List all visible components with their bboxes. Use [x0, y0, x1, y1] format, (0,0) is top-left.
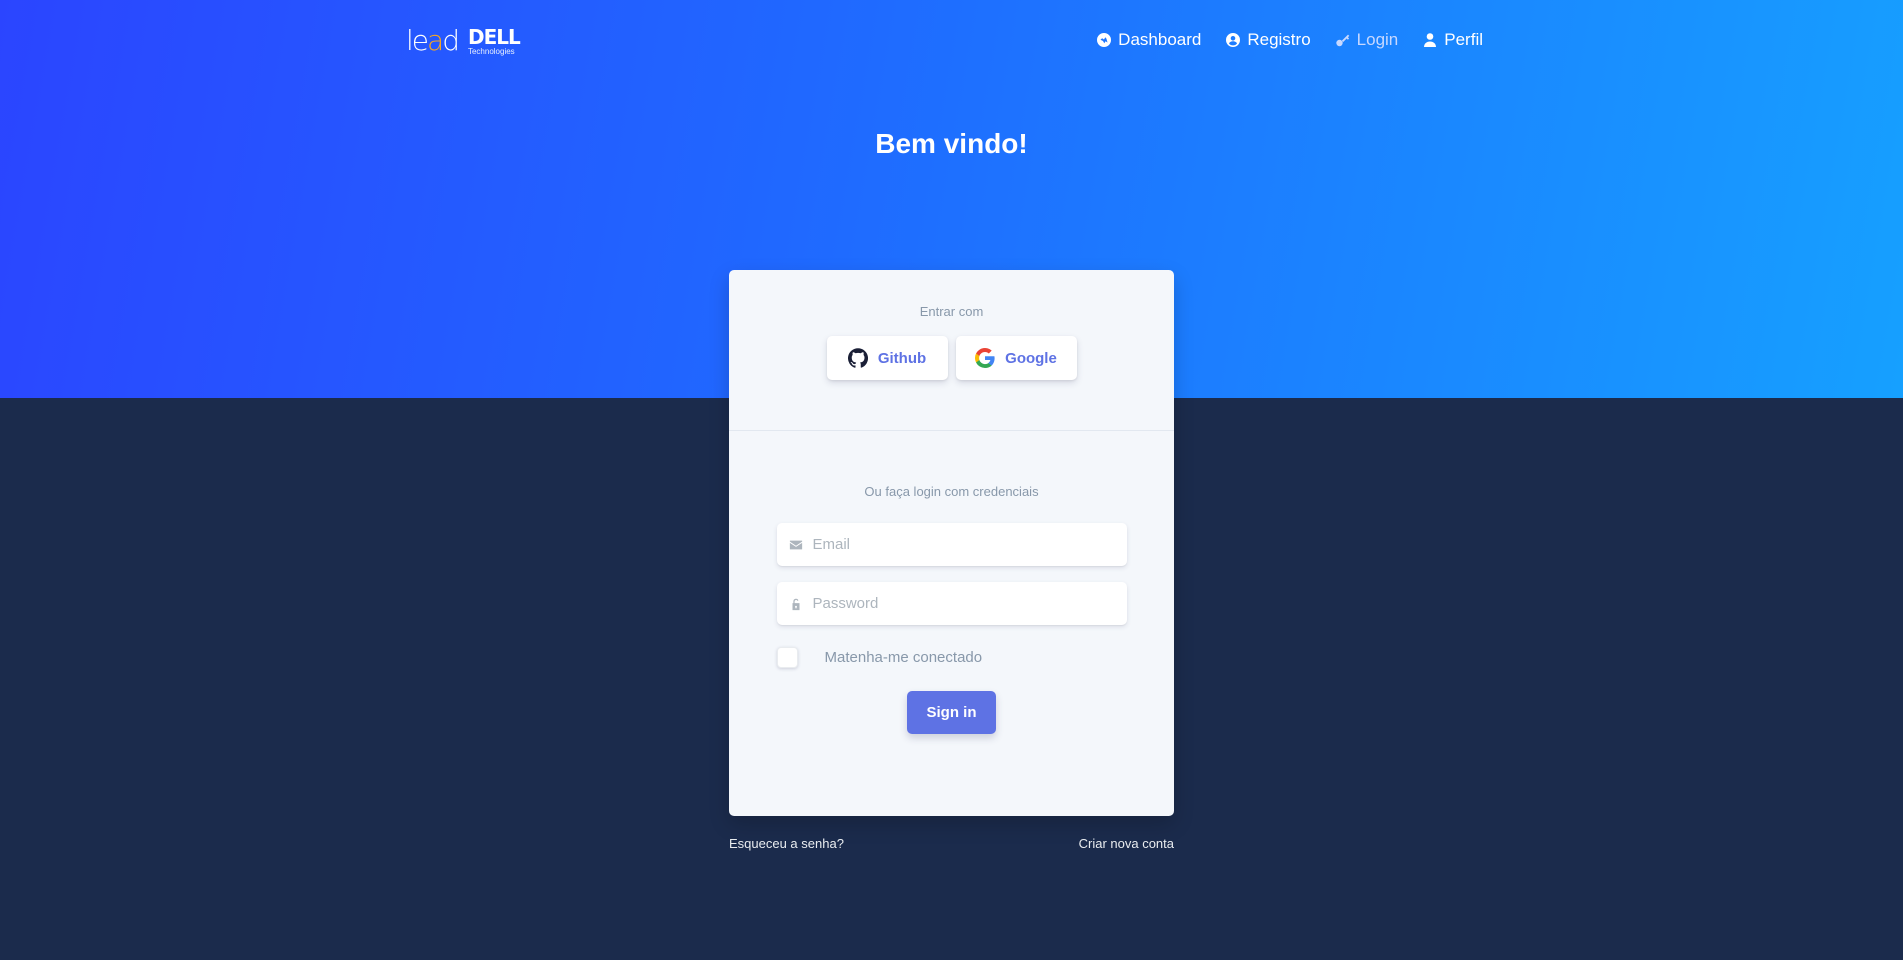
nav-login-label: Login	[1356, 30, 1399, 49]
nav-profile[interactable]: Perfil	[1422, 30, 1483, 50]
remember-label[interactable]: Matenha-me conectado	[825, 649, 983, 666]
nav-profile-label: Perfil	[1444, 30, 1483, 49]
google-label: Google	[1005, 349, 1057, 367]
sign-in-button[interactable]: Sign in	[907, 691, 996, 734]
nav-register[interactable]: Registro	[1225, 30, 1311, 50]
footer-links: Esqueceu a senha? Criar nova conta	[729, 836, 1174, 851]
nav-dashboard[interactable]: Dashboard	[1096, 30, 1201, 50]
password-field	[776, 582, 1127, 625]
create-account-link[interactable]: Criar nova conta	[1079, 836, 1174, 851]
github-button[interactable]: Github	[826, 336, 948, 380]
nav-login[interactable]: Login	[1335, 30, 1399, 50]
lock-icon	[792, 598, 799, 610]
github-icon	[847, 348, 868, 368]
user-icon	[1424, 33, 1437, 47]
email-input[interactable]	[812, 536, 1127, 553]
lead-logo: lead	[406, 24, 460, 57]
forgot-password-link[interactable]: Esqueceu a senha?	[729, 836, 844, 851]
remember-me: Matenha-me conectado	[776, 647, 1127, 668]
key-icon	[1335, 34, 1349, 47]
brand-logo[interactable]: lead DELL Technologies	[406, 24, 521, 57]
tv-icon	[1097, 33, 1112, 47]
navbar: lead DELL Technologies Dashboard Registr…	[0, 0, 1903, 86]
social-buttons: Github Google	[729, 336, 1174, 380]
envelope-icon	[789, 540, 802, 549]
nav-register-label: Registro	[1247, 30, 1311, 49]
credentials-section: Ou faça login com credenciais Matenha-me…	[729, 431, 1174, 734]
login-card: Entrar com Github Google Ou faça login c…	[729, 270, 1174, 816]
page-title: Bem vindo!	[875, 128, 1028, 159]
remember-checkbox[interactable]	[776, 647, 798, 668]
social-caption: Entrar com	[919, 304, 984, 319]
password-input[interactable]	[812, 595, 1127, 612]
main-nav: Dashboard Registro Login Perfil	[1096, 30, 1483, 50]
github-label: Github	[877, 349, 927, 367]
google-button[interactable]: Google	[955, 336, 1077, 380]
credentials-caption: Ou faça login com credenciais	[864, 484, 1039, 499]
social-login-section: Entrar com Github Google	[729, 270, 1174, 431]
email-field	[776, 523, 1127, 566]
dell-logo: DELL Technologies	[467, 24, 521, 56]
google-icon	[975, 348, 995, 368]
nav-dashboard-label: Dashboard	[1118, 30, 1202, 49]
user-circle-icon	[1226, 33, 1241, 47]
